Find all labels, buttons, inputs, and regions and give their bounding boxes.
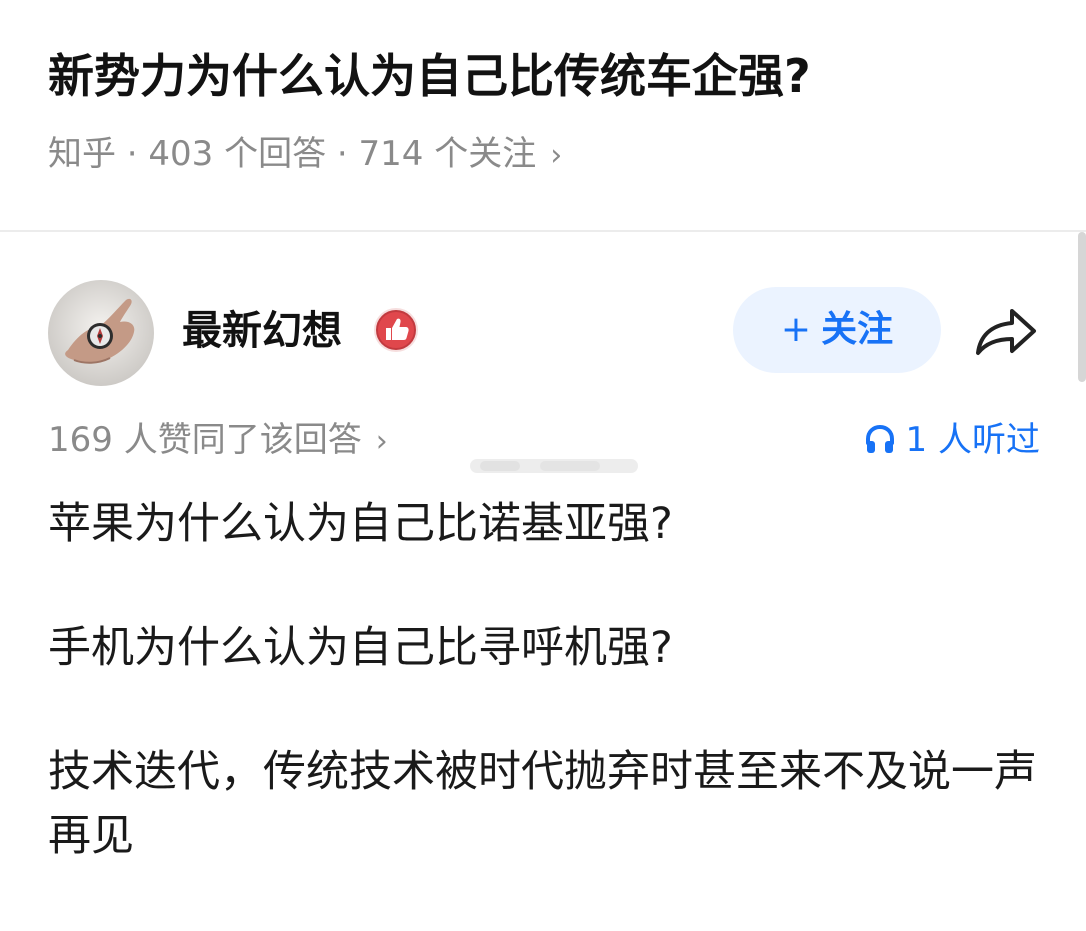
question-meta[interactable]: 知乎 · 403 个回答 · 714 个关注 › bbox=[48, 132, 562, 178]
answer-paragraph: 手机为什么认为自己比寻呼机强? bbox=[48, 623, 673, 673]
chevron-right-icon: › bbox=[550, 138, 563, 173]
avatar[interactable] bbox=[48, 280, 154, 386]
question-meta-text: 知乎 · 403 个回答 · 714 个关注 bbox=[48, 134, 537, 174]
follow-label: 关注 bbox=[821, 309, 894, 350]
author-name[interactable]: 最新幻想 bbox=[182, 305, 342, 357]
scrollbar[interactable] bbox=[1078, 232, 1086, 382]
compass-in-hand-photo bbox=[48, 280, 154, 386]
listen-text: 1 人听过 bbox=[905, 420, 1040, 460]
thumbs-up-badge-icon bbox=[374, 308, 418, 352]
headphones-icon bbox=[865, 424, 894, 453]
listen-count[interactable]: 1 人听过 bbox=[864, 418, 1040, 462]
chevron-right-icon: › bbox=[375, 424, 388, 459]
upvote-count[interactable]: 169 人赞同了该回答 › bbox=[48, 418, 388, 464]
answer-paragraph: 苹果为什么认为自己比诺基亚强? bbox=[48, 499, 673, 549]
share-arrow-icon[interactable] bbox=[972, 305, 1040, 359]
upvote-text: 169 人赞同了该回答 bbox=[48, 420, 362, 460]
divider bbox=[0, 230, 1086, 232]
follow-button[interactable]: + 关注 bbox=[733, 287, 941, 373]
answer-paragraph: 技术迭代，传统技术被时代抛弃时甚至来不及说一声再见 bbox=[48, 747, 1037, 861]
watermark-smudge bbox=[470, 459, 638, 473]
answer-content: 苹果为什么认为自己比诺基亚强? 手机为什么认为自己比寻呼机强? 技术迭代，传统技… bbox=[48, 492, 1048, 868]
question-title[interactable]: 新势力为什么认为自己比传统车企强? bbox=[48, 46, 811, 106]
plus-icon: + bbox=[780, 309, 812, 350]
